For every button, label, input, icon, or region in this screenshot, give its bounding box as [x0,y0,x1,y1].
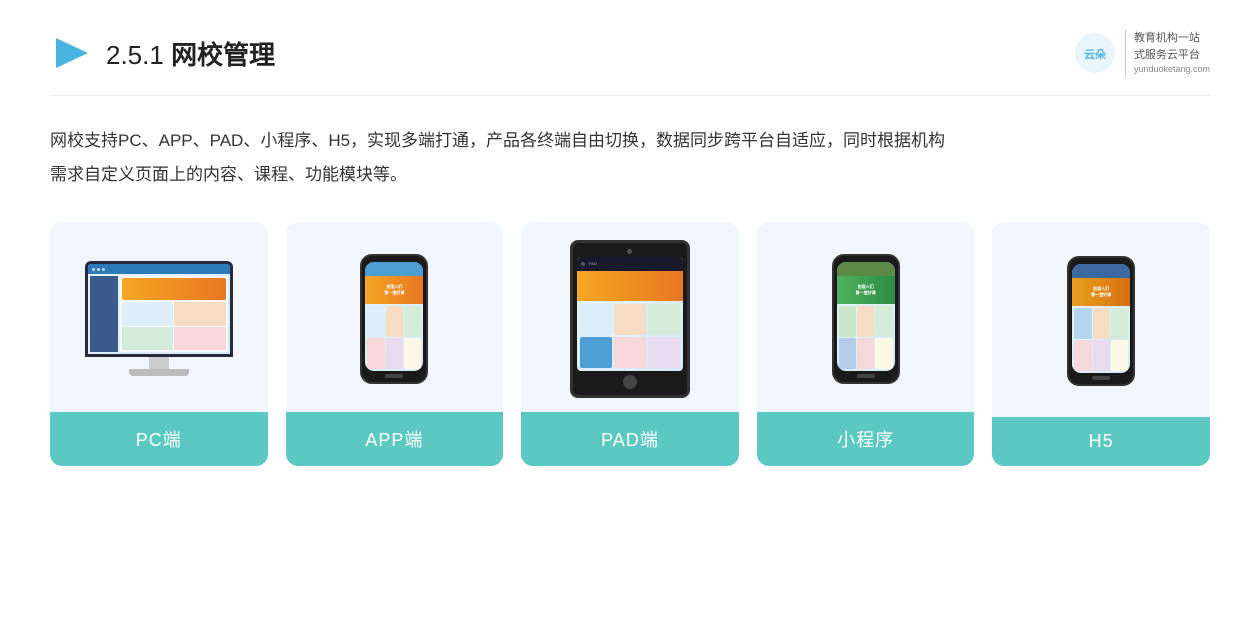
pc-monitor [85,261,233,376]
monitor-screen [88,264,230,354]
phone-home-btn [385,374,403,378]
pad-tablet: PAD [570,240,690,398]
monitor-body [85,261,233,357]
play-icon [50,34,88,72]
page-title: 2.5.1 网校管理 [106,35,275,72]
app-phone: 创造人们第一堂好课 [360,254,428,384]
tablet-screen: PAD [577,257,683,371]
miniprogram-phone: 创造人们第一堂好课 [832,254,900,384]
monitor-base [129,369,189,376]
card-app: 创造人们第一堂好课 [286,222,504,466]
card-app-image: 创造人们第一堂好课 [286,222,504,412]
phone-screen: 创造人们第一堂好课 [365,262,423,371]
cards-row: PC端 创造人们第一堂好课 [50,222,1210,466]
tablet-camera [627,249,632,254]
logo-area: 云朵 教育机构一站 式服务云平台 yunduoketang.com [1073,30,1210,77]
monitor-stand [149,357,169,369]
phone-body-h5: 创造人们第一堂好课 [1067,256,1135,386]
card-miniprogram-label: 小程序 [757,412,975,466]
phone-screen-h5: 创造人们第一堂好课 [1072,264,1130,373]
h5-phone: 创造人们第一堂好课 [1067,256,1135,386]
card-pad-image: PAD [521,222,739,412]
phone-body-mini: 创造人们第一堂好课 [832,254,900,384]
card-app-label: APP端 [286,412,504,466]
phone-notch-mini [856,256,876,261]
tablet-body: PAD [570,240,690,398]
page-header: 2.5.1 网校管理 云朵 教育机构一站 式服务云平台 yunduoketang… [50,30,1210,96]
phone-home-btn-h5 [1092,376,1110,380]
card-pad-label: PAD端 [521,412,739,466]
card-pc-image [50,222,268,412]
desc-line1: 网校支持PC、APP、PAD、小程序、H5，实现多端打通，产品各终端自由切换，数… [50,124,1210,158]
page-container: 2.5.1 网校管理 云朵 教育机构一站 式服务云平台 yunduoketang… [0,0,1260,630]
phone-notch [384,256,404,261]
card-pad: PAD [521,222,739,466]
phone-screen-mini: 创造人们第一堂好课 [837,262,895,371]
desc-line2: 需求自定义页面上的内容、课程、功能模块等。 [50,158,1210,192]
card-h5-label: H5 [992,417,1210,466]
header-left: 2.5.1 网校管理 [50,34,275,72]
card-pc-label: PC端 [50,412,268,466]
card-h5: 创造人们第一堂好课 [992,222,1210,466]
svg-text:云朵: 云朵 [1084,47,1106,61]
card-miniprogram: 创造人们第一堂好课 [757,222,975,466]
card-miniprogram-image: 创造人们第一堂好课 [757,222,975,412]
tablet-home-btn [623,375,637,389]
description: 网校支持PC、APP、PAD、小程序、H5，实现多端打通，产品各终端自由切换，数… [50,124,1210,192]
logo-icon: 云朵 [1073,31,1117,75]
logo-text: 教育机构一站 式服务云平台 yunduoketang.com [1125,30,1210,77]
phone-notch-h5 [1091,258,1111,263]
phone-body: 创造人们第一堂好课 [360,254,428,384]
phone-home-btn-mini [857,374,875,378]
card-h5-image: 创造人们第一堂好课 [992,222,1210,417]
card-pc: PC端 [50,222,268,466]
